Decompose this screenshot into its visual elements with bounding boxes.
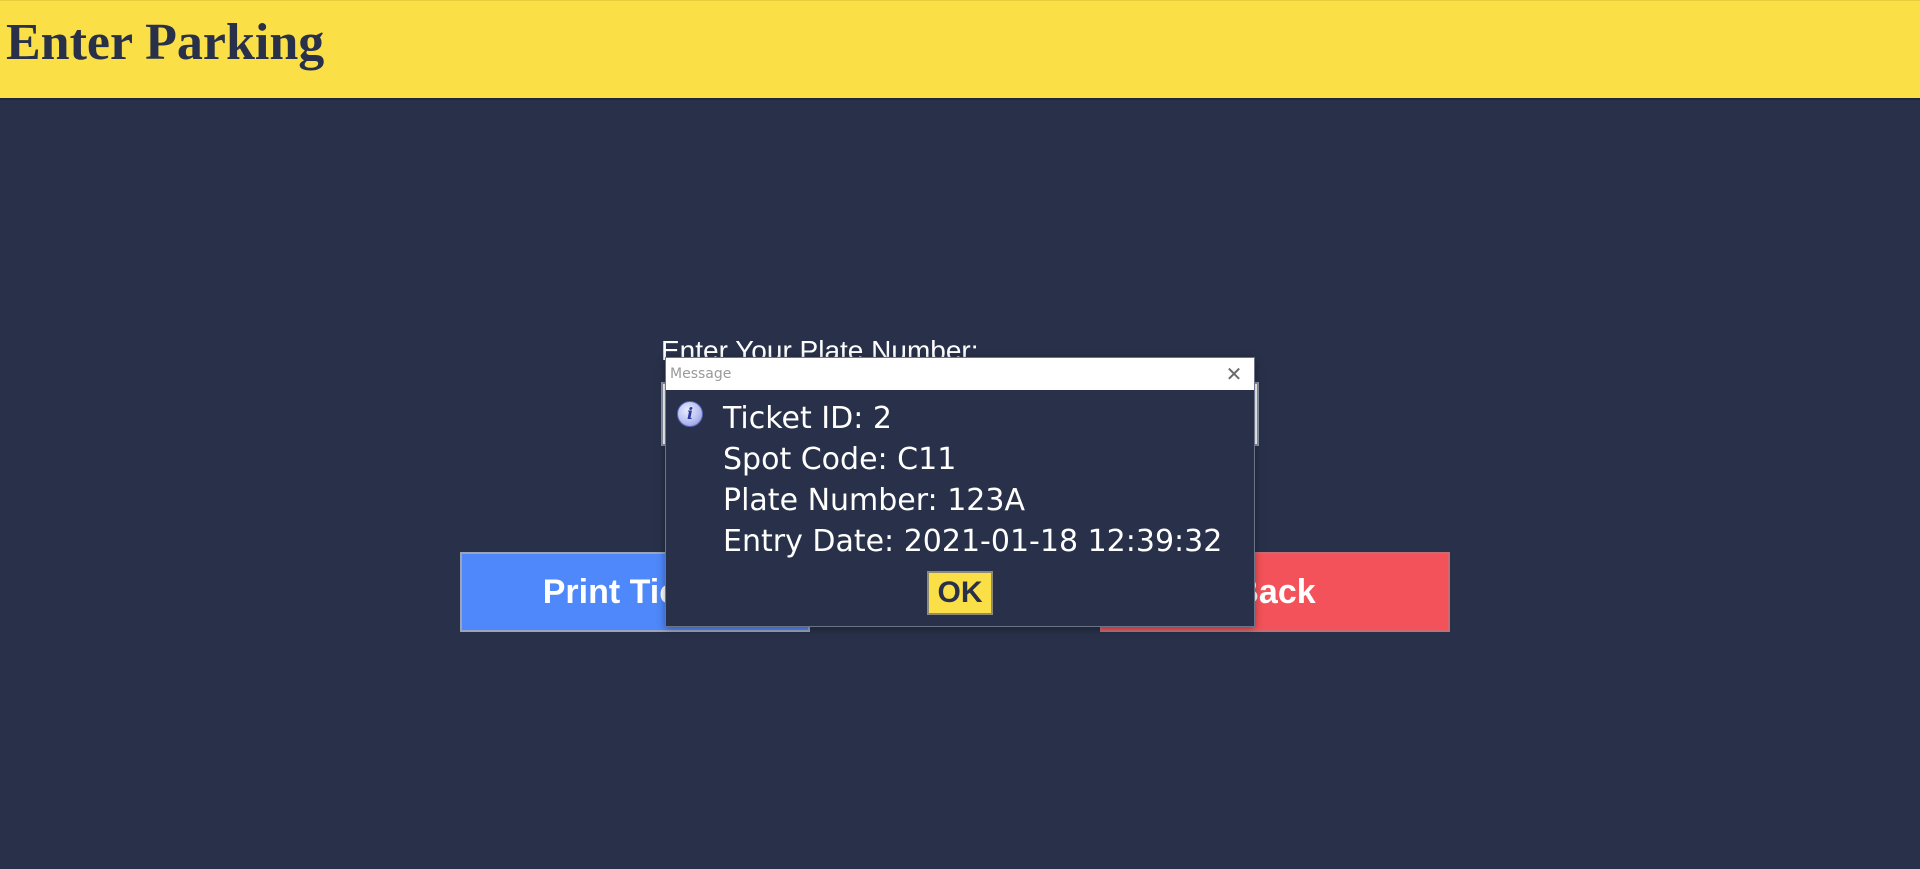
message-dialog: Message ✕ i Ticket ID: 2 Spot Code: C11 …	[665, 357, 1255, 627]
dialog-titlebar[interactable]: Message ✕	[666, 358, 1254, 390]
spot-code-line: Spot Code: C11	[723, 442, 957, 477]
close-icon[interactable]: ✕	[1222, 362, 1246, 386]
entry-date-line: Entry Date: 2021-01-18 12:39:32	[723, 524, 1223, 559]
page-title: Enter Parking	[6, 14, 325, 71]
plate-number-line: Plate Number: 123A	[723, 483, 1025, 518]
dialog-title: Message	[670, 366, 732, 382]
header-bar: Enter Parking	[0, 0, 1920, 100]
ok-button[interactable]: OK	[927, 571, 993, 615]
info-icon: i	[677, 401, 703, 427]
ticket-id-line: Ticket ID: 2	[723, 401, 892, 436]
message-text: Ticket ID: 2 Spot Code: C11 Plate Number…	[723, 398, 1222, 562]
